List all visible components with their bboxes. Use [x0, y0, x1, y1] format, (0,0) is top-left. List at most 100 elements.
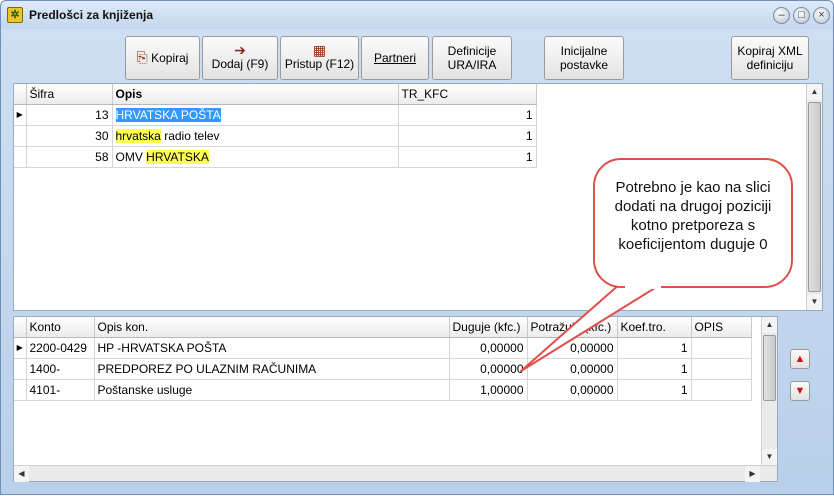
cell-duguje[interactable]: 0,00000 — [449, 337, 528, 359]
cell-opis-kon[interactable]: PREDPOREZ PO ULAZNIM RAČUNIMA — [94, 358, 450, 380]
cell-potrazuje[interactable]: 0,00000 — [527, 379, 618, 401]
scroll-down-icon[interactable]: ▼ — [762, 449, 777, 465]
move-down-button[interactable]: ▼ — [790, 381, 810, 401]
row-indicator — [14, 379, 27, 401]
cell-tr-kfc[interactable]: 1 — [398, 125, 537, 147]
move-up-button[interactable]: ▲ — [790, 349, 810, 369]
current-row-icon: ▶ — [14, 104, 27, 126]
definicije-label-1: Definicije — [447, 44, 497, 58]
cell-koef-tro[interactable]: 1 — [617, 358, 692, 380]
cell-koef-tro[interactable]: 1 — [617, 337, 692, 359]
cell-konto[interactable]: 4101- — [26, 379, 95, 401]
cell-duguje[interactable]: 0,00000 — [449, 358, 528, 380]
cell-opis2[interactable] — [691, 337, 752, 359]
predlosci-header-row: Šifra Opis TR_KFC — [14, 84, 537, 105]
table-row[interactable]: 1400- PREDPOREZ PO ULAZNIM RAČUNIMA 0,00… — [14, 358, 752, 380]
opis-prefix: OMV — [115, 149, 147, 164]
cell-opis-kon[interactable]: Poštanske usluge — [94, 379, 450, 401]
row-indicator — [14, 125, 27, 147]
col-opis-kon[interactable]: Opis kon. — [94, 317, 450, 338]
col-sifra[interactable]: Šifra — [26, 84, 113, 105]
predlosci-table: Šifra Opis TR_KFC ▶ 13 HRVATSKA POŠTA 1 … — [14, 84, 537, 168]
scroll-right-icon[interactable]: ▶ — [745, 466, 760, 482]
col-opis[interactable]: Opis — [112, 84, 399, 105]
search-highlight: HRVATSKA — [146, 149, 209, 164]
row-indicator — [14, 358, 27, 380]
col-potrazuje[interactable]: Potražuje (kfc.) — [527, 317, 618, 338]
cell-opis[interactable]: OMV HRVATSKA — [112, 146, 399, 168]
cell-koef-tro[interactable]: 1 — [617, 379, 692, 401]
konta-header-row: Konto Opis kon. Duguje (kfc.) Potražuje … — [14, 317, 752, 338]
scroll-thumb[interactable] — [763, 335, 776, 401]
app-window: ✲ Predlošci za knjiženja – □ × ⎘ Kopiraj… — [0, 0, 834, 495]
cell-opis[interactable]: HRVATSKA POŠTA — [112, 104, 399, 126]
callout-text: Potrebno je kao na slici dodati na drugo… — [614, 179, 772, 253]
col-konto[interactable]: Konto — [26, 317, 95, 338]
scroll-down-icon[interactable]: ▼ — [807, 294, 822, 310]
kopiraj-xml-label-1: Kopiraj XML — [737, 44, 803, 58]
kopiraj-button[interactable]: ⎘ Kopiraj — [125, 36, 200, 80]
arrow-down-icon: ▼ — [794, 385, 806, 397]
callout-tail-mask — [625, 279, 661, 289]
scroll-thumb[interactable] — [808, 102, 821, 292]
definicije-button[interactable]: Definicije URA/IRA — [432, 36, 512, 80]
opis-rest: radio telev — [160, 128, 220, 143]
konta-table: Konto Opis kon. Duguje (kfc.) Potražuje … — [14, 317, 752, 401]
kopiraj-xml-label-2: definiciju — [746, 58, 794, 72]
cell-konto[interactable]: 1400- — [26, 358, 95, 380]
table-row[interactable]: 30 hrvatska radio telev 1 — [14, 125, 537, 147]
row-indicator — [14, 146, 27, 168]
col-koef-tro[interactable]: Koef.tro. — [617, 317, 692, 338]
maximize-icon[interactable]: □ — [793, 7, 810, 24]
pristup-label: Pristup (F12) — [284, 57, 355, 71]
pristup-button[interactable]: ▦ Pristup (F12) — [280, 36, 359, 80]
table-row[interactable]: ▶ 13 HRVATSKA POŠTA 1 — [14, 104, 537, 126]
add-icon: ➔ — [234, 42, 246, 58]
table-row[interactable]: 58 OMV HRVATSKA 1 — [14, 146, 537, 168]
top-vertical-scrollbar[interactable]: ▲ ▼ — [806, 84, 822, 310]
cell-opis2[interactable] — [691, 358, 752, 380]
partneri-label: Partneri — [373, 51, 417, 65]
close-icon[interactable]: × — [813, 7, 830, 24]
cell-sifra[interactable]: 30 — [26, 125, 113, 147]
scroll-up-icon[interactable]: ▲ — [807, 84, 822, 100]
toolbar: ⎘ Kopiraj ➔ Dodaj (F9) ▦ Pristup (F12) P… — [9, 31, 827, 81]
partneri-button[interactable]: Partneri — [361, 36, 429, 80]
kopiraj-label: Kopiraj — [151, 51, 189, 65]
table-row[interactable]: 4101- Poštanske usluge 1,00000 0,00000 1 — [14, 379, 752, 401]
col-duguje[interactable]: Duguje (kfc.) — [449, 317, 528, 338]
bottom-horizontal-scrollbar[interactable]: ◀ ▶ — [14, 465, 777, 482]
cell-opis-kon[interactable]: HP -HRVATSKA POŠTA — [94, 337, 450, 359]
kopiraj-xml-button[interactable]: Kopiraj XML definiciju — [731, 36, 809, 80]
arrow-up-icon: ▲ — [794, 353, 806, 365]
cell-tr-kfc[interactable]: 1 — [398, 146, 537, 168]
inicijalne-label-1: Inicijalne — [560, 44, 608, 58]
access-icon: ▦ — [312, 42, 327, 58]
inicijalne-postavke-button[interactable]: Inicijalne postavke — [544, 36, 624, 80]
cell-duguje[interactable]: 1,00000 — [449, 379, 528, 401]
cell-opis[interactable]: hrvatska radio telev — [112, 125, 399, 147]
minimize-icon[interactable]: – — [773, 7, 790, 24]
row-indicator-header — [14, 317, 27, 338]
col-tr-kfc[interactable]: TR_KFC — [398, 84, 537, 105]
dodaj-button[interactable]: ➔ Dodaj (F9) — [202, 36, 278, 80]
cell-sifra[interactable]: 58 — [26, 146, 113, 168]
cell-opis2[interactable] — [691, 379, 752, 401]
scroll-up-icon[interactable]: ▲ — [762, 317, 777, 333]
konta-grid: Konto Opis kon. Duguje (kfc.) Potražuje … — [13, 316, 778, 482]
search-highlight: hrvatska — [115, 128, 161, 143]
app-icon: ✲ — [7, 7, 23, 23]
col-opis[interactable]: OPIS — [691, 317, 752, 338]
title-bar: ✲ Predlošci za knjiženja – □ × — [1, 1, 833, 29]
bottom-vertical-scrollbar[interactable]: ▲ ▼ — [761, 317, 777, 465]
cell-tr-kfc[interactable]: 1 — [398, 104, 537, 126]
scroll-left-icon[interactable]: ◀ — [14, 466, 29, 482]
cell-sifra[interactable]: 13 — [26, 104, 113, 126]
table-row[interactable]: ▶ 2200-0429 HP -HRVATSKA POŠTA 0,00000 0… — [14, 337, 752, 359]
cell-potrazuje[interactable]: 0,00000 — [527, 337, 618, 359]
row-indicator-header — [14, 84, 27, 105]
cell-potrazuje[interactable]: 0,00000 — [527, 358, 618, 380]
inicijalne-label-2: postavke — [559, 58, 609, 72]
current-row-icon: ▶ — [14, 337, 27, 359]
cell-konto[interactable]: 2200-0429 — [26, 337, 95, 359]
